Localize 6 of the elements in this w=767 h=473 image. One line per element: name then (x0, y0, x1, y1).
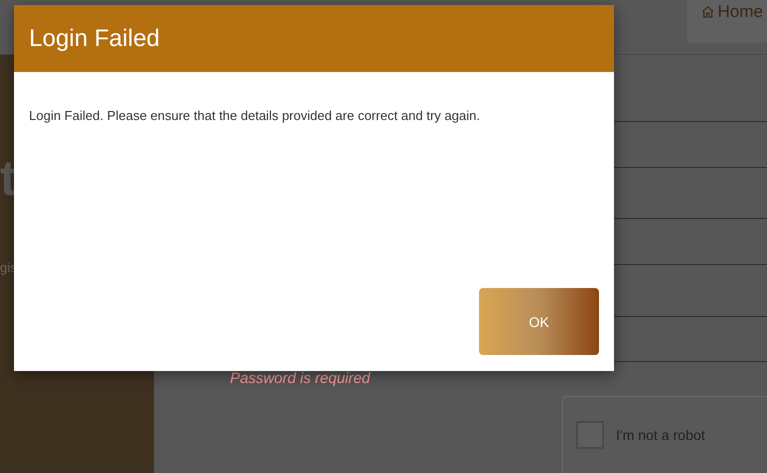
dialog-message: Login Failed. Please ensure that the details provided are correct and try again. (29, 108, 481, 123)
home-link[interactable]: Home (687, 0, 767, 43)
dialog-title: Login Failed (29, 24, 160, 52)
ok-button[interactable]: OK (479, 288, 599, 355)
error-message: Password is required (230, 370, 370, 387)
captcha-label: I'm not a robot (616, 427, 706, 443)
